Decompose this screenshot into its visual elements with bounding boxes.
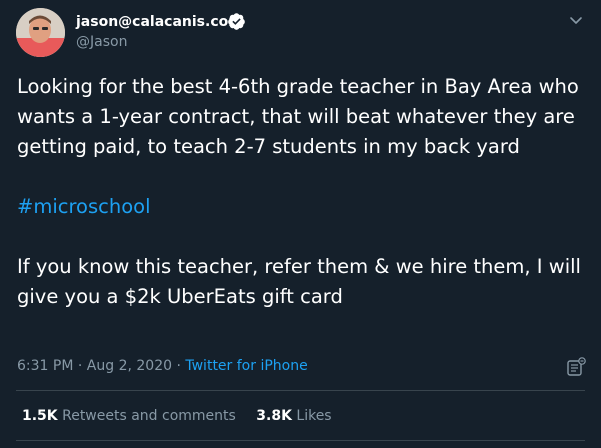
likes-count: 3.8K [256,408,292,424]
author-name[interactable]: jason@calacanis.com [76,13,243,31]
likes-stat[interactable]: 3.8K Likes [256,408,331,424]
tweet-card: jason@calacanis.com @Jason Looking for t… [0,0,601,448]
author-handle[interactable]: @Jason [76,33,127,51]
verified-badge-icon [228,13,245,30]
tweet-paragraph: Looking for the best 4-6th grade teacher… [17,75,586,158]
tweet-text: Looking for the best 4-6th grade teacher… [17,72,589,312]
retweets-stat[interactable]: 1.5K Retweets and comments [22,408,236,424]
tweet-date[interactable]: Aug 2, 2020 [87,358,172,374]
retweets-label: Retweets and comments [62,408,236,424]
tweet-source[interactable]: Twitter for iPhone [185,358,307,374]
meta-separator: · [73,358,87,374]
likes-label: Likes [296,408,332,424]
divider [16,390,585,391]
retweets-count: 1.5K [22,408,58,424]
moderation-icon[interactable] [565,356,587,378]
engagement-stats: 1.5K Retweets and comments 3.8K Likes [22,407,348,425]
avatar[interactable] [16,8,65,57]
chevron-down-icon[interactable] [566,10,586,30]
tweet-time[interactable]: 6:31 PM [17,358,73,374]
tweet-meta: 6:31 PM · Aug 2, 2020 · Twitter for iPho… [17,357,308,375]
meta-separator: · [172,358,186,374]
tweet-paragraph: If you know this teacher, refer them & w… [17,255,588,308]
hashtag-link[interactable]: #microschool [17,195,151,218]
divider [16,440,585,441]
